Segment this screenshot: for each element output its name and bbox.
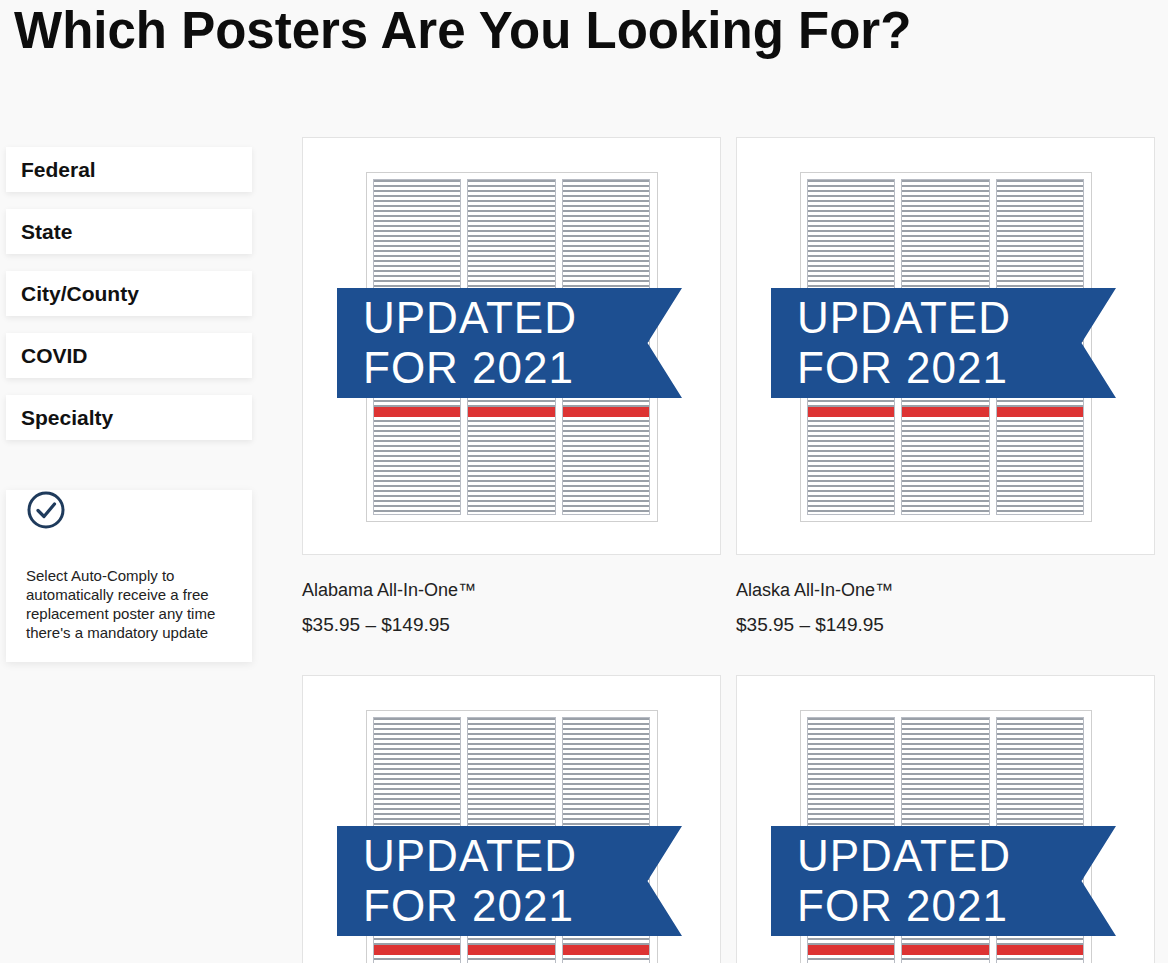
auto-comply-card: Select Auto-Comply to automatically rece… bbox=[6, 490, 252, 662]
product-image[interactable]: UPDATEDFOR 2021 bbox=[736, 137, 1155, 555]
updated-badge: UPDATEDFOR 2021 bbox=[337, 826, 682, 936]
product-card[interactable]: UPDATEDFOR 2021 Alabama All-In-One™ $35.95… bbox=[302, 137, 721, 637]
promo-text: Select Auto-Comply to automatically rece… bbox=[26, 566, 234, 642]
updated-badge: UPDATEDFOR 2021 bbox=[771, 826, 1116, 936]
product-card[interactable]: UPDATEDFOR 2021 bbox=[302, 675, 721, 963]
product-price: $35.95 – $149.95 bbox=[302, 613, 721, 637]
check-circle-icon bbox=[26, 490, 66, 530]
product-image[interactable]: UPDATEDFOR 2021 bbox=[302, 675, 721, 963]
product-image[interactable]: UPDATEDFOR 2021 bbox=[736, 675, 1155, 963]
product-card[interactable]: UPDATEDFOR 2021 Alaska All-In-One™ $35.95 … bbox=[736, 137, 1155, 637]
product-image[interactable]: UPDATEDFOR 2021 bbox=[302, 137, 721, 555]
sidebar-item[interactable]: Specialty bbox=[6, 395, 252, 440]
sidebar-item[interactable]: City/County bbox=[6, 271, 252, 316]
product-name[interactable]: Alabama All-In-One™ bbox=[302, 579, 721, 601]
sidebar-item[interactable]: COVID bbox=[6, 333, 252, 378]
product-grid: UPDATEDFOR 2021 Alabama All-In-One™ $35.95… bbox=[302, 137, 1155, 963]
product-name[interactable]: Alaska All-In-One™ bbox=[736, 579, 1155, 601]
page-title: Which Posters Are You Looking For? bbox=[0, 0, 1168, 62]
updated-badge: UPDATEDFOR 2021 bbox=[337, 288, 682, 398]
category-nav: Federal State City/County COVID Specialty bbox=[6, 147, 252, 440]
sidebar-item[interactable]: State bbox=[6, 209, 252, 254]
sidebar-item[interactable]: Federal bbox=[6, 147, 252, 192]
sidebar: Federal State City/County COVID Specialty Sel… bbox=[6, 137, 252, 963]
page: Which Posters Are You Looking For? Federa… bbox=[0, 0, 1168, 963]
updated-badge: UPDATEDFOR 2021 bbox=[771, 288, 1116, 398]
product-card[interactable]: UPDATEDFOR 2021 bbox=[736, 675, 1155, 963]
content: Federal State City/County COVID Specialty Sel… bbox=[0, 137, 1168, 963]
product-price: $35.95 – $149.95 bbox=[736, 613, 1155, 637]
